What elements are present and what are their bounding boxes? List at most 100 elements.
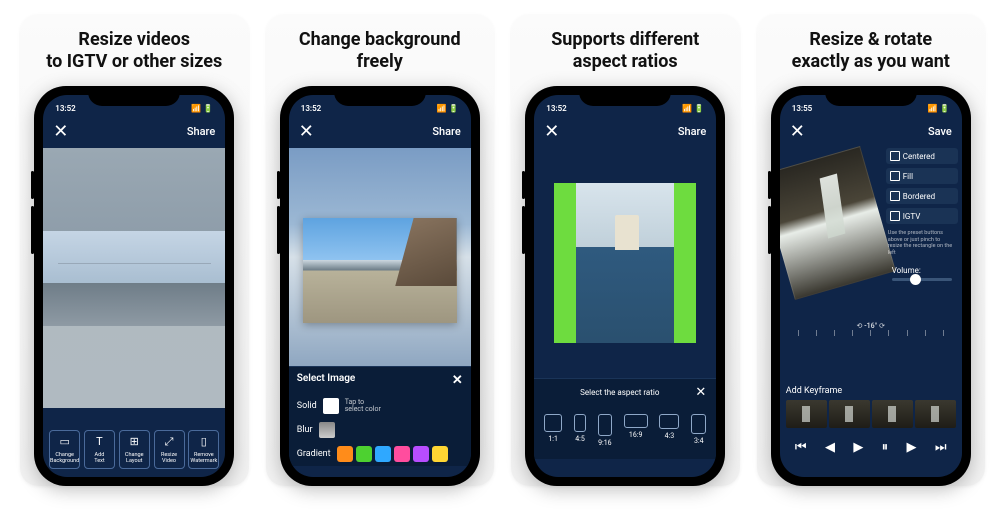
preset-icon — [890, 191, 900, 201]
preset-igtv[interactable]: IGTV — [886, 208, 958, 224]
preset-icon — [890, 211, 900, 221]
ratio-4-5[interactable]: 4:5 — [574, 414, 586, 447]
background-panel: Select Image ✕ Solid Tap to select color… — [289, 366, 471, 466]
video-viewport[interactable] — [289, 148, 471, 366]
blur-swatch[interactable] — [319, 422, 335, 438]
dial-ticks — [780, 330, 962, 336]
share-button[interactable]: Share — [432, 125, 460, 138]
timeline[interactable] — [780, 400, 962, 432]
watermark-icon: ▯ — [197, 435, 211, 449]
preset-centered[interactable]: Centered — [886, 148, 958, 164]
aspect-buttons: 1:1 4:5 9:16 16:9 4:3 3:4 — [534, 406, 716, 459]
notch — [825, 86, 917, 106]
gradient-option[interactable]: Gradient — [289, 442, 471, 466]
card-change-background: Change background freely 13:52 📶 🔋 ✕ Sha… — [266, 14, 495, 486]
notch — [579, 86, 671, 106]
step-forward-icon[interactable]: ▶ — [907, 440, 917, 455]
close-icon[interactable]: ✕ — [53, 121, 68, 142]
top-bar: ✕ Share — [43, 117, 225, 148]
keyframe-label[interactable]: Add Keyframe — [780, 378, 962, 400]
close-icon[interactable]: ✕ — [544, 121, 559, 142]
gradient-swatch[interactable] — [394, 446, 410, 462]
skip-start-icon[interactable]: ⏮ — [795, 440, 807, 455]
status-time: 13:52 — [546, 104, 566, 113]
video-content — [303, 218, 457, 323]
step-back-icon[interactable]: ◀ — [825, 440, 835, 455]
pause-icon[interactable]: ⏸ — [882, 440, 889, 455]
timeline-frame[interactable] — [829, 400, 870, 428]
resize-video-button[interactable]: ⤢Resize Video — [154, 430, 185, 469]
ratio-16-9[interactable]: 16:9 — [624, 414, 648, 447]
change-layout-button[interactable]: ⊞Change Layout — [119, 430, 150, 469]
change-background-button[interactable]: ▭Change Background — [49, 430, 80, 469]
pillarbox-right — [674, 183, 696, 343]
bottom-toolbar: ▭Change Background TAdd Text ⊞Change Lay… — [43, 422, 225, 477]
gradient-swatch[interactable] — [375, 446, 391, 462]
ratio-icon — [574, 414, 586, 432]
gradient-swatch[interactable] — [337, 446, 353, 462]
ratio-4-3[interactable]: 4:3 — [659, 414, 679, 447]
screenshot-gallery: Resize videos to IGTV or other sizes 13:… — [0, 0, 1005, 500]
gradient-swatch[interactable] — [356, 446, 372, 462]
close-icon[interactable]: ✕ — [790, 121, 805, 142]
ratio-1-1[interactable]: 1:1 — [544, 414, 562, 447]
video-content — [43, 231, 225, 326]
screen: 13:52 📶 🔋 ✕ Share Select the aspect rati… — [534, 95, 716, 477]
preset-bordered[interactable]: Bordered — [886, 188, 958, 204]
remove-watermark-button[interactable]: ▯Remove Watermark — [188, 430, 219, 469]
status-icons: 📶 🔋 — [928, 104, 950, 113]
color-swatch[interactable] — [323, 398, 339, 414]
video-viewport[interactable] — [43, 148, 225, 408]
close-icon[interactable]: ✕ — [299, 121, 314, 142]
gradient-swatch[interactable] — [413, 446, 429, 462]
layout-icon: ⊞ — [127, 435, 141, 449]
pillarbox-left — [554, 183, 576, 343]
phone-frame: 13:55 📶 🔋 ✕ Save Centered Fill Bordered … — [771, 86, 971, 486]
skip-end-icon[interactable]: ⏭ — [935, 440, 947, 455]
close-icon[interactable]: ✕ — [452, 373, 463, 388]
gradient-swatches — [337, 446, 448, 462]
panel-title: Select Image — [297, 373, 356, 388]
card-resize-videos: Resize videos to IGTV or other sizes 13:… — [20, 14, 249, 486]
rotation-dial[interactable]: ⟲ -16° ⟳ — [780, 318, 962, 338]
preset-note: Use the preset buttons above or just pin… — [886, 228, 958, 258]
ratio-icon — [544, 414, 562, 432]
save-button[interactable]: Save — [928, 125, 952, 138]
card-resize-rotate: Resize & rotate exactly as you want 13:5… — [757, 14, 986, 486]
share-button[interactable]: Share — [678, 125, 706, 138]
timeline-frame[interactable] — [786, 400, 827, 428]
video-viewport[interactable]: Centered Fill Bordered IGTV Use the pres… — [780, 148, 962, 318]
caption: Resize videos to IGTV or other sizes — [46, 28, 222, 74]
phone-frame: 13:52 📶 🔋 ✕ Share Select Image ✕ Solid T… — [280, 86, 480, 486]
play-icon[interactable]: ▶ — [853, 440, 863, 455]
solid-option[interactable]: Solid Tap to select color — [289, 394, 471, 418]
ratio-icon — [659, 414, 679, 429]
add-text-button[interactable]: TAdd Text — [84, 430, 115, 469]
blur-option[interactable]: Blur — [289, 418, 471, 442]
ratio-3-4[interactable]: 3:4 — [691, 414, 706, 447]
gradient-swatch[interactable] — [432, 446, 448, 462]
caption: Supports different aspect ratios — [551, 28, 699, 74]
panel-header: Select the aspect ratio ✕ — [534, 379, 716, 406]
rotation-angle: -16° — [864, 322, 877, 330]
ratio-icon — [598, 414, 612, 436]
panel-header: Select Image ✕ — [289, 367, 471, 394]
video-viewport[interactable] — [534, 148, 716, 378]
video-content[interactable] — [780, 146, 896, 300]
volume-slider[interactable] — [892, 278, 952, 281]
playback-controls: ⏮ ◀ ▶ ⏸ ▶ ⏭ — [780, 432, 962, 463]
notch — [334, 86, 426, 106]
background-icon: ▭ — [58, 435, 72, 449]
phone-frame: 13:52 📶 🔋 ✕ Share Select the aspect rati… — [525, 86, 725, 486]
top-bar: ✕ Save — [780, 117, 962, 148]
preset-fill[interactable]: Fill — [886, 168, 958, 184]
ratio-icon — [624, 414, 648, 428]
screen: 13:52 📶 🔋 ✕ Share Select Image ✕ Solid T… — [289, 95, 471, 477]
share-button[interactable]: Share — [187, 125, 215, 138]
video-content — [576, 183, 674, 343]
aspect-frame — [554, 183, 696, 343]
timeline-frame[interactable] — [915, 400, 956, 428]
timeline-frame[interactable] — [872, 400, 913, 428]
ratio-9-16[interactable]: 9:16 — [598, 414, 612, 447]
close-icon[interactable]: ✕ — [695, 385, 706, 400]
